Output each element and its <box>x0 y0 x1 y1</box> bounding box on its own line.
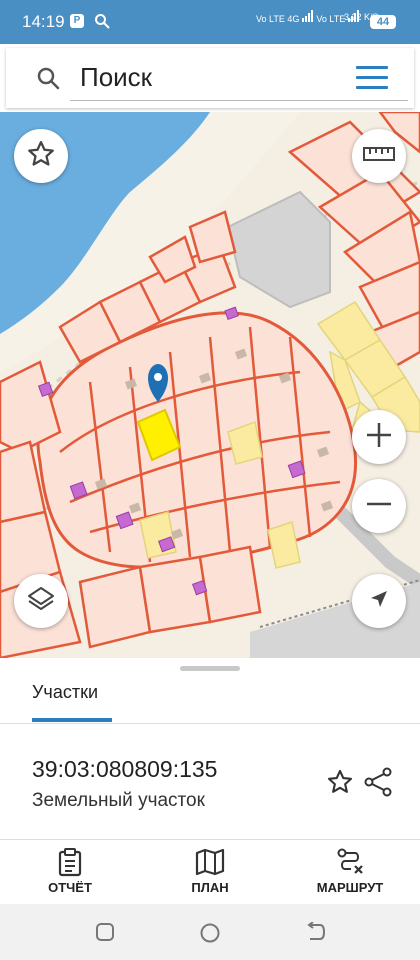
nav-plan[interactable]: ПЛАН <box>155 846 265 902</box>
nav-route-label: МАРШРУТ <box>316 880 384 895</box>
network-label-3: Vo LTE <box>316 14 346 24</box>
nav-report[interactable]: ОТЧЁТ <box>15 846 125 902</box>
minus-icon <box>364 489 394 524</box>
search-input[interactable]: Поиск <box>80 62 152 93</box>
drag-handle[interactable] <box>180 666 240 671</box>
favorite-star-icon[interactable] <box>326 768 354 801</box>
zoom-in-button[interactable] <box>352 410 406 464</box>
recents-icon[interactable] <box>95 922 115 947</box>
report-icon <box>15 846 125 878</box>
bottom-navigation: ОТЧЁТ ПЛАН МАРШРУТ <box>0 840 420 904</box>
map-canvas[interactable] <box>0 112 420 658</box>
search-underline <box>70 100 408 101</box>
layers-button[interactable] <box>14 574 68 628</box>
cadastral-number: 39:03:080809:135 <box>32 756 218 782</box>
back-icon[interactable] <box>304 921 326 947</box>
menu-icon[interactable] <box>356 66 388 90</box>
notification-search-icon <box>94 13 110 34</box>
search-bar[interactable]: Поиск <box>6 48 414 108</box>
nav-plan-label: ПЛАН <box>191 880 229 895</box>
bottom-sheet-tabs: Участки <box>0 658 420 724</box>
route-icon <box>295 846 405 878</box>
system-navigation-bar <box>0 904 420 960</box>
home-icon[interactable] <box>199 922 221 949</box>
parcel-type: Земельный участок <box>32 790 205 811</box>
favorites-button[interactable] <box>14 129 68 183</box>
map-view[interactable] <box>0 112 420 658</box>
layers-icon <box>26 584 56 619</box>
tab-parcels[interactable]: Участки <box>32 682 98 703</box>
search-icon[interactable] <box>36 66 60 95</box>
my-location-button[interactable] <box>352 574 406 628</box>
star-icon <box>26 139 56 174</box>
ruler-icon <box>363 144 395 169</box>
zoom-out-button[interactable] <box>352 479 406 533</box>
share-icon[interactable] <box>362 766 394 803</box>
battery-icon: 44 <box>370 15 396 29</box>
navigation-arrow-icon <box>367 587 391 616</box>
tab-active-indicator <box>32 718 112 722</box>
signal-icon <box>301 10 313 22</box>
ruler-button[interactable] <box>352 129 406 183</box>
nav-route[interactable]: МАРШРУТ <box>295 846 405 902</box>
parcel-info[interactable]: 39:03:080809:135 Земельный участок <box>0 724 420 840</box>
nav-report-label: ОТЧЁТ <box>48 880 92 895</box>
status-bar: 14:19 P Vo LTE 4G Vo LTE 3,22 K/S 44 <box>0 0 420 44</box>
plus-icon <box>364 420 394 455</box>
notification-app-icon: P <box>70 14 84 28</box>
network-label-2: 4G <box>287 14 300 24</box>
status-time: 14:19 <box>22 12 65 31</box>
network-label-1: Vo LTE <box>256 14 285 24</box>
map-plan-icon <box>155 846 265 878</box>
